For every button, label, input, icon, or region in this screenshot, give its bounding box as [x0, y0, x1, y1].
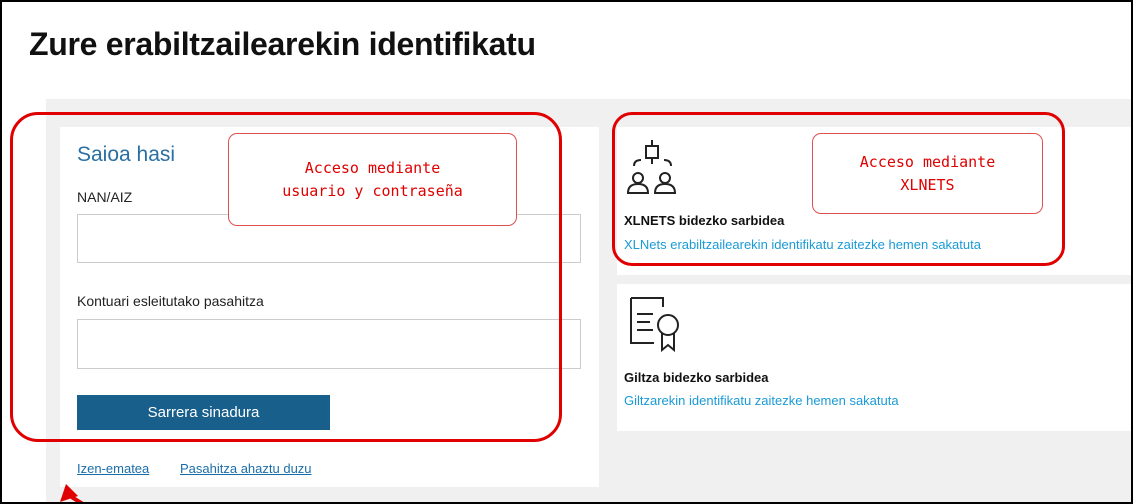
page-title: Zure erabiltzailearekin identifikatu — [29, 26, 536, 62]
user-label: NAN/AIZ — [77, 189, 133, 205]
forgot-password-link[interactable]: Pasahitza ahaztu duzu — [180, 461, 312, 476]
arrow-up-icon — [58, 484, 88, 502]
password-label: Kontuari esleitutako pasahitza — [77, 293, 264, 309]
register-link[interactable]: Izen-ematea — [77, 461, 149, 476]
certificate-icon — [628, 294, 684, 359]
giltza-card — [617, 284, 1131, 431]
xlnets-callout: Acceso mediante XLNETS — [812, 133, 1043, 214]
xlnets-link[interactable]: XLNets erabiltzailearekin identifikatu z… — [624, 237, 981, 252]
xlnets-callout-line1: Acceso mediante — [859, 152, 996, 171]
login-callout: Acceso mediante usuario y contraseña — [228, 133, 517, 226]
xlnets-callout-line2: XLNETS — [900, 175, 955, 194]
password-input[interactable] — [77, 319, 581, 369]
login-callout-line2: usuario y contraseña — [282, 181, 463, 200]
login-callout-line1: Acceso mediante — [304, 158, 441, 177]
users-hierarchy-icon — [625, 136, 681, 205]
xlnets-title: XLNETS bidezko sarbidea — [624, 213, 785, 228]
screenshot-frame: Zure erabiltzailearekin identifikatu Sai… — [0, 0, 1133, 504]
giltza-link[interactable]: Giltzarekin identifikatu zaitezke hemen … — [624, 393, 899, 408]
login-title: Saioa hasi — [77, 143, 176, 166]
submit-button[interactable]: Sarrera sinadura — [77, 395, 330, 430]
giltza-title: Giltza bidezko sarbidea — [624, 370, 769, 385]
